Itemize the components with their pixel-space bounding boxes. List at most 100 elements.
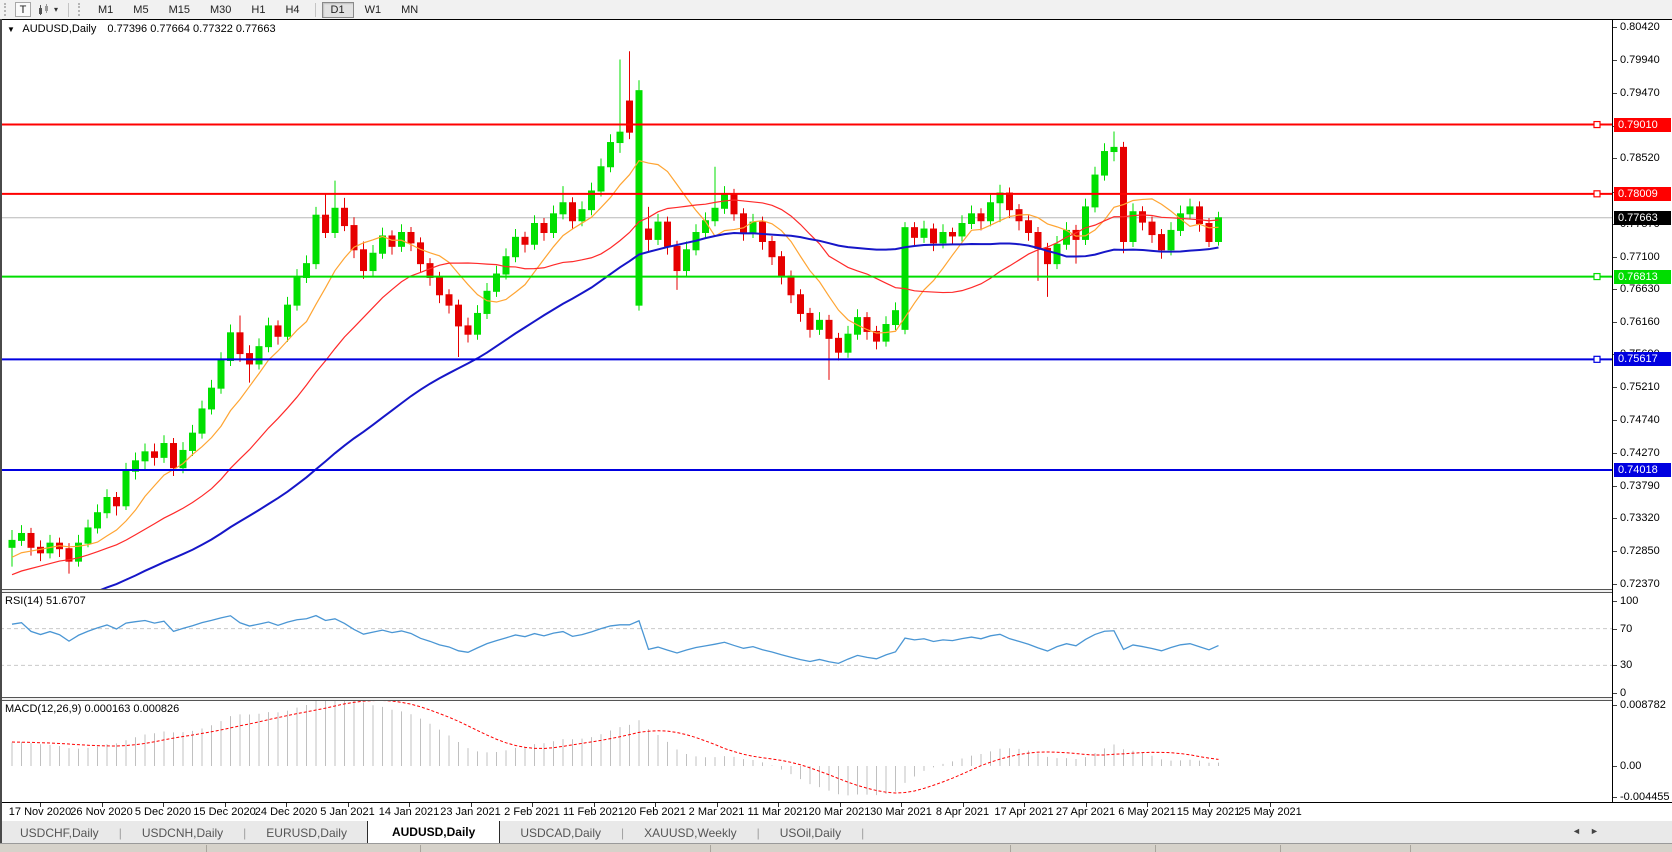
date-label: 20 Feb 2021: [624, 806, 686, 818]
chart-tab-audusd[interactable]: AUDUSD,Daily: [366, 820, 501, 844]
timeframe-button-m5[interactable]: M5: [124, 2, 157, 18]
candle: [341, 207, 348, 227]
timeframe-button-d1[interactable]: D1: [321, 1, 354, 18]
tick-label: 0.77100: [1620, 250, 1660, 263]
tick-dash: [1613, 601, 1617, 602]
candle: [512, 236, 519, 258]
chart-tab-usdcnh[interactable]: USDCNH,Daily: [122, 823, 243, 844]
candle: [189, 432, 196, 451]
candle: [141, 451, 149, 462]
candle: [540, 222, 548, 233]
date-label: 25 May 2021: [1238, 806, 1302, 818]
chart-tab-eurusd[interactable]: EURUSD,Daily: [246, 823, 367, 844]
tab-scroll-left-icon[interactable]: ◄: [1572, 826, 1581, 836]
price-line-label: 0.78009: [1614, 186, 1671, 201]
tick-label: 70: [1620, 622, 1633, 635]
chart-tab-xauusd[interactable]: XAUUSD,Weekly: [624, 823, 756, 844]
candle: [331, 207, 339, 233]
candle: [426, 263, 434, 278]
timeframe-group: M1 M5 M15 M30 H1 H4 D1 W1 MN: [88, 1, 428, 18]
date-label: 5 Dec 2020: [134, 806, 192, 818]
candle: [892, 310, 899, 326]
timeframe-button-m15[interactable]: M15: [160, 2, 199, 18]
date-label: 30 Mar 2021: [870, 806, 932, 818]
date-label: 20 Mar 2021: [808, 806, 871, 818]
candle: [759, 221, 766, 242]
candle: [559, 202, 567, 215]
timeframe-button-h1[interactable]: H1: [242, 2, 274, 18]
candle: [835, 337, 842, 353]
candle: [1186, 206, 1194, 215]
tick-dash: [1613, 289, 1617, 291]
date-label: 27 Apr 2021: [1055, 806, 1116, 818]
candle: [312, 214, 320, 265]
panel-divider[interactable]: [0, 697, 1672, 701]
candle: [1205, 222, 1213, 242]
candle: [113, 496, 120, 507]
chart-symbol-label: AUDUSD,Daily: [22, 23, 97, 35]
candle: [683, 249, 690, 272]
candle: [417, 242, 424, 265]
toolbar-separator: [314, 2, 316, 17]
tick-dash: [1613, 92, 1617, 94]
candle: [930, 228, 937, 244]
candle: [369, 252, 377, 272]
candle: [455, 304, 462, 327]
date-label: 11 Feb 2021: [563, 806, 624, 818]
tick-label: 0.79470: [1620, 86, 1660, 99]
macd-label: MACD(12,26,9) 0.000163 0.000826: [5, 703, 180, 715]
date-axis[interactable]: 17 Nov 2020 26 Nov 2020 5 Dec 2020 15 Dec 2…: [0, 802, 1672, 821]
chart-objects-button[interactable]: ▾: [33, 2, 62, 17]
candlestick-tool-icon: [39, 3, 48, 15]
candle: [816, 319, 823, 330]
candle: [436, 276, 443, 296]
price-line-label: 0.79010: [1614, 117, 1671, 132]
tick-label: 0.79940: [1620, 54, 1660, 67]
candle: [94, 512, 101, 529]
chart-tab-usoil[interactable]: USOil,Daily: [760, 823, 861, 844]
timeframe-button-m30[interactable]: M30: [201, 2, 240, 18]
date-label: 11 Mar 2021: [747, 806, 809, 818]
timeframe-button-w1[interactable]: W1: [356, 2, 391, 18]
toolbar: T ▾ M1 M5 M15 M30 H1 H4 D1 W1 MN: [0, 0, 1672, 20]
date-label: 2 Mar 2021: [688, 806, 745, 818]
rsi-plot[interactable]: [0, 593, 1612, 697]
tick-label: 0.00: [1620, 760, 1642, 772]
date-label: 17 Nov 2020: [8, 806, 72, 818]
date-label: 15 Dec 2020: [193, 806, 256, 818]
tick-label: 0.008782: [1620, 699, 1666, 712]
tick-dash: [1613, 27, 1617, 28]
macd-plot[interactable]: [0, 701, 1612, 802]
date-label: 6 May 2021: [1118, 806, 1176, 818]
rsi-label: RSI(14) 51.6707: [5, 595, 86, 607]
main-plot[interactable]: [0, 20, 1612, 589]
chart-ohlc-values: 0.77396 0.77664 0.77322 0.77663: [107, 23, 276, 35]
timeframe-button-m1[interactable]: M1: [89, 2, 122, 18]
candle: [550, 213, 557, 233]
date-label: 23 Jan 2021: [440, 806, 501, 818]
candle: [84, 527, 92, 544]
chart-tab-usdchf[interactable]: USDCHF,Daily: [0, 823, 119, 844]
main-chart-panel: [0, 20, 1612, 589]
candle: [730, 193, 738, 215]
candle: [711, 207, 719, 222]
tick-dash: [1613, 705, 1617, 707]
chart-tab-usdcad[interactable]: USDCAD,Daily: [500, 823, 621, 844]
chart-menu-icon[interactable]: ▼: [7, 25, 15, 34]
date-label: 5 Jan 2021: [320, 806, 375, 818]
timeframe-button-mn[interactable]: MN: [392, 2, 427, 18]
candle: [1215, 217, 1222, 242]
candle: [569, 202, 576, 222]
text-tool-button[interactable]: T: [15, 2, 31, 17]
date-label: 8 Apr 2021: [935, 806, 990, 818]
tab-scroll-right-icon[interactable]: ►: [1590, 826, 1599, 836]
candle: [1158, 234, 1165, 251]
panel-divider[interactable]: [0, 589, 1672, 593]
price-line-label: 0.74018: [1614, 462, 1671, 477]
candle: [1034, 231, 1042, 249]
candle: [103, 496, 111, 514]
tick-label: 0.72850: [1620, 544, 1660, 557]
price-axis[interactable]: 0.804200.799400.794700.789900.785200.780…: [1612, 20, 1672, 820]
timeframe-button-h4[interactable]: H4: [276, 2, 308, 18]
candle: [1139, 211, 1146, 223]
